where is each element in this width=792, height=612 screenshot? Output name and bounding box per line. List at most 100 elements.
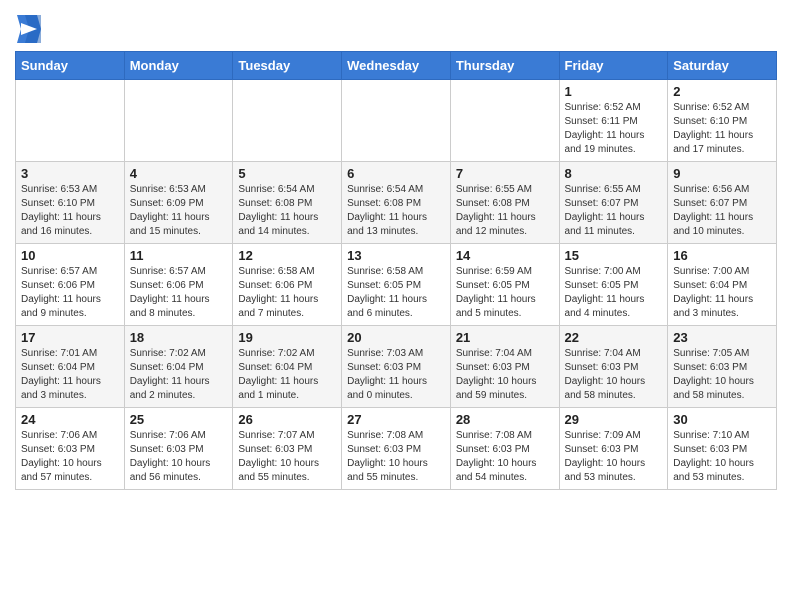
day-number: 8 — [565, 166, 663, 181]
day-number: 27 — [347, 412, 445, 427]
day-info: Sunrise: 7:10 AM Sunset: 6:03 PM Dayligh… — [673, 429, 771, 485]
day-number: 1 — [565, 84, 663, 99]
header — [15, 10, 777, 43]
weekday-header-row: SundayMondayTuesdayWednesdayThursdayFrid… — [16, 52, 777, 80]
day-number: 21 — [456, 330, 554, 345]
weekday-header-sunday: Sunday — [16, 52, 125, 80]
weekday-header-monday: Monday — [124, 52, 233, 80]
day-info: Sunrise: 6:57 AM Sunset: 6:06 PM Dayligh… — [130, 265, 228, 321]
day-number: 12 — [238, 248, 336, 263]
calendar-week-row: 3 Sunrise: 6:53 AM Sunset: 6:10 PM Daylig… — [16, 162, 777, 244]
empty-day-cell — [16, 80, 125, 162]
day-info: Sunrise: 7:09 AM Sunset: 6:03 PM Dayligh… — [565, 429, 663, 485]
day-info: Sunrise: 7:08 AM Sunset: 6:03 PM Dayligh… — [347, 429, 445, 485]
calendar-day-cell: 15 Sunrise: 7:00 AM Sunset: 6:05 PM Dayli… — [559, 244, 668, 326]
day-number: 7 — [456, 166, 554, 181]
calendar-day-cell: 22Sunrise: 7:04 AM Sunset: 6:03 PM Dayli… — [559, 326, 668, 408]
page: SundayMondayTuesdayWednesdayThursdayFrid… — [0, 0, 792, 505]
day-info: Sunrise: 6:52 AM Sunset: 6:10 PM Dayligh… — [673, 101, 771, 157]
calendar-day-cell: 25 Sunrise: 7:06 AM Sunset: 6:03 PM Dayli… — [124, 408, 233, 490]
day-number: 13 — [347, 248, 445, 263]
day-info: Sunrise: 6:58 AM Sunset: 6:06 PM Dayligh… — [238, 265, 336, 321]
calendar-week-row: 17Sunrise: 7:01 AM Sunset: 6:04 PM Dayli… — [16, 326, 777, 408]
calendar-day-cell: 2 Sunrise: 6:52 AM Sunset: 6:10 PM Daylig… — [668, 80, 777, 162]
day-number: 25 — [130, 412, 228, 427]
day-number: 26 — [238, 412, 336, 427]
day-info: Sunrise: 7:06 AM Sunset: 6:03 PM Dayligh… — [130, 429, 228, 485]
logo — [15, 15, 41, 43]
day-info: Sunrise: 6:52 AM Sunset: 6:11 PM Dayligh… — [565, 101, 663, 157]
calendar-day-cell: 8 Sunrise: 6:55 AM Sunset: 6:07 PM Daylig… — [559, 162, 668, 244]
day-info: Sunrise: 7:02 AM Sunset: 6:04 PM Dayligh… — [238, 347, 336, 403]
calendar-week-row: 10 Sunrise: 6:57 AM Sunset: 6:06 PM Dayli… — [16, 244, 777, 326]
day-number: 14 — [456, 248, 554, 263]
calendar-day-cell: 20 Sunrise: 7:03 AM Sunset: 6:03 PM Dayli… — [342, 326, 451, 408]
day-info: Sunrise: 6:55 AM Sunset: 6:07 PM Dayligh… — [565, 183, 663, 239]
day-info: Sunrise: 6:57 AM Sunset: 6:06 PM Dayligh… — [21, 265, 119, 321]
weekday-header-friday: Friday — [559, 52, 668, 80]
calendar-week-row: 1 Sunrise: 6:52 AM Sunset: 6:11 PM Daylig… — [16, 80, 777, 162]
calendar-day-cell: 12 Sunrise: 6:58 AM Sunset: 6:06 PM Dayli… — [233, 244, 342, 326]
day-info: Sunrise: 6:59 AM Sunset: 6:05 PM Dayligh… — [456, 265, 554, 321]
day-info: Sunrise: 7:07 AM Sunset: 6:03 PM Dayligh… — [238, 429, 336, 485]
day-number: 28 — [456, 412, 554, 427]
day-info: Sunrise: 6:54 AM Sunset: 6:08 PM Dayligh… — [238, 183, 336, 239]
calendar-day-cell: 27 Sunrise: 7:08 AM Sunset: 6:03 PM Dayli… — [342, 408, 451, 490]
day-info: Sunrise: 7:04 AM Sunset: 6:03 PM Dayligh… — [565, 347, 663, 403]
empty-day-cell — [124, 80, 233, 162]
day-info: Sunrise: 7:02 AM Sunset: 6:04 PM Dayligh… — [130, 347, 228, 403]
day-number: 19 — [238, 330, 336, 345]
day-info: Sunrise: 7:00 AM Sunset: 6:05 PM Dayligh… — [565, 265, 663, 321]
weekday-header-saturday: Saturday — [668, 52, 777, 80]
day-info: Sunrise: 6:55 AM Sunset: 6:08 PM Dayligh… — [456, 183, 554, 239]
calendar-day-cell: 11Sunrise: 6:57 AM Sunset: 6:06 PM Dayli… — [124, 244, 233, 326]
day-number: 9 — [673, 166, 771, 181]
day-number: 3 — [21, 166, 119, 181]
calendar-day-cell: 28 Sunrise: 7:08 AM Sunset: 6:03 PM Dayli… — [450, 408, 559, 490]
calendar-day-cell: 14 Sunrise: 6:59 AM Sunset: 6:05 PM Dayli… — [450, 244, 559, 326]
calendar-day-cell: 13Sunrise: 6:58 AM Sunset: 6:05 PM Dayli… — [342, 244, 451, 326]
calendar-day-cell: 21 Sunrise: 7:04 AM Sunset: 6:03 PM Dayli… — [450, 326, 559, 408]
calendar-day-cell: 7 Sunrise: 6:55 AM Sunset: 6:08 PM Daylig… — [450, 162, 559, 244]
day-number: 29 — [565, 412, 663, 427]
calendar-day-cell: 29 Sunrise: 7:09 AM Sunset: 6:03 PM Dayli… — [559, 408, 668, 490]
day-number: 10 — [21, 248, 119, 263]
weekday-header-wednesday: Wednesday — [342, 52, 451, 80]
calendar-day-cell: 30 Sunrise: 7:10 AM Sunset: 6:03 PM Dayli… — [668, 408, 777, 490]
calendar-day-cell: 10 Sunrise: 6:57 AM Sunset: 6:06 PM Dayli… — [16, 244, 125, 326]
day-info: Sunrise: 7:00 AM Sunset: 6:04 PM Dayligh… — [673, 265, 771, 321]
day-number: 20 — [347, 330, 445, 345]
day-number: 18 — [130, 330, 228, 345]
empty-day-cell — [342, 80, 451, 162]
day-number: 17 — [21, 330, 119, 345]
day-number: 23 — [673, 330, 771, 345]
weekday-header-thursday: Thursday — [450, 52, 559, 80]
calendar-table: SundayMondayTuesdayWednesdayThursdayFrid… — [15, 51, 777, 490]
day-number: 15 — [565, 248, 663, 263]
day-info: Sunrise: 7:08 AM Sunset: 6:03 PM Dayligh… — [456, 429, 554, 485]
calendar-day-cell: 1 Sunrise: 6:52 AM Sunset: 6:11 PM Daylig… — [559, 80, 668, 162]
day-info: Sunrise: 6:53 AM Sunset: 6:10 PM Dayligh… — [21, 183, 119, 239]
calendar-day-cell: 18 Sunrise: 7:02 AM Sunset: 6:04 PM Dayli… — [124, 326, 233, 408]
empty-day-cell — [450, 80, 559, 162]
day-number: 6 — [347, 166, 445, 181]
calendar-day-cell: 3 Sunrise: 6:53 AM Sunset: 6:10 PM Daylig… — [16, 162, 125, 244]
day-number: 5 — [238, 166, 336, 181]
day-info: Sunrise: 6:53 AM Sunset: 6:09 PM Dayligh… — [130, 183, 228, 239]
day-info: Sunrise: 6:54 AM Sunset: 6:08 PM Dayligh… — [347, 183, 445, 239]
day-number: 24 — [21, 412, 119, 427]
calendar-day-cell: 19 Sunrise: 7:02 AM Sunset: 6:04 PM Dayli… — [233, 326, 342, 408]
day-info: Sunrise: 7:03 AM Sunset: 6:03 PM Dayligh… — [347, 347, 445, 403]
day-info: Sunrise: 7:04 AM Sunset: 6:03 PM Dayligh… — [456, 347, 554, 403]
calendar-week-row: 24 Sunrise: 7:06 AM Sunset: 6:03 PM Dayli… — [16, 408, 777, 490]
calendar-day-cell: 17Sunrise: 7:01 AM Sunset: 6:04 PM Dayli… — [16, 326, 125, 408]
day-number: 4 — [130, 166, 228, 181]
calendar-day-cell: 23 Sunrise: 7:05 AM Sunset: 6:03 PM Dayli… — [668, 326, 777, 408]
day-number: 2 — [673, 84, 771, 99]
weekday-header-tuesday: Tuesday — [233, 52, 342, 80]
day-number: 30 — [673, 412, 771, 427]
day-number: 16 — [673, 248, 771, 263]
day-info: Sunrise: 7:05 AM Sunset: 6:03 PM Dayligh… — [673, 347, 771, 403]
calendar-day-cell: 24 Sunrise: 7:06 AM Sunset: 6:03 PM Dayli… — [16, 408, 125, 490]
day-info: Sunrise: 7:06 AM Sunset: 6:03 PM Dayligh… — [21, 429, 119, 485]
